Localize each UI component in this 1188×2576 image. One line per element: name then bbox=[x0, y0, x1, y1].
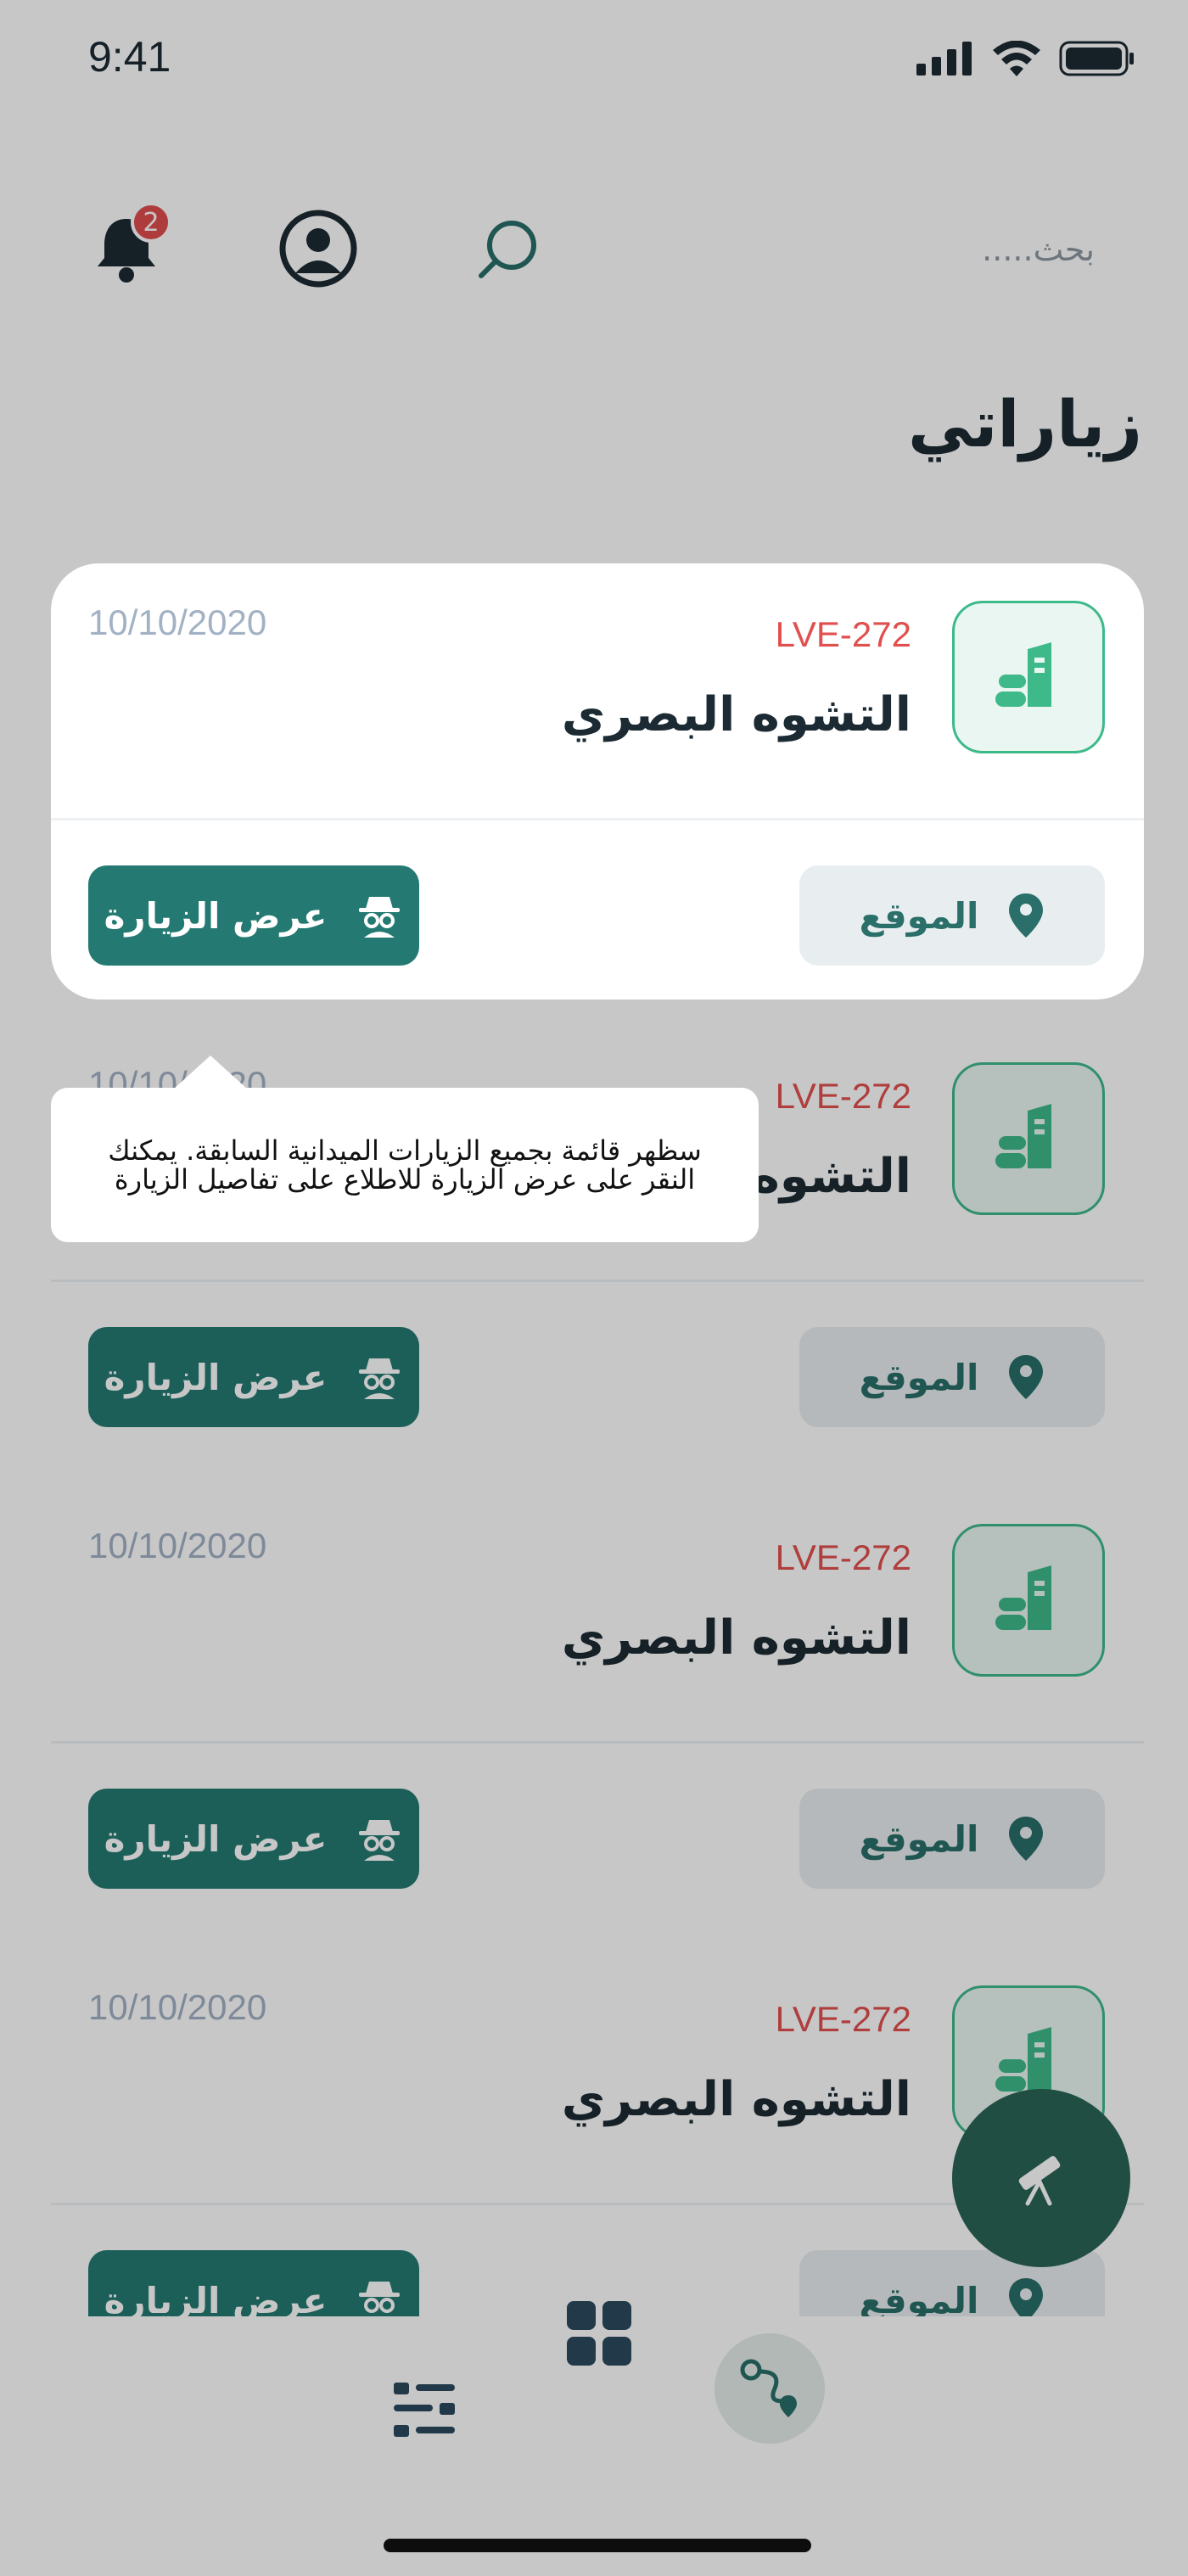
tooltip-text: سظهر قائمة بجميع الزيارات الميدانية السا… bbox=[108, 1134, 702, 1196]
map-pin-icon bbox=[1009, 893, 1044, 938]
view-visit-label: عرض الزيارة bbox=[104, 894, 328, 937]
card-name: التشوه البصري bbox=[561, 687, 911, 742]
location-button[interactable]: الموقع bbox=[799, 865, 1105, 966]
visit-card-highlighted[interactable]: LVE-272 التشوه البصري 10/10/2020 الموقع … bbox=[51, 563, 1144, 1000]
card-divider bbox=[51, 818, 1144, 820]
view-visit-button[interactable]: عرض الزيارة bbox=[88, 865, 419, 966]
card-icon-box bbox=[952, 601, 1105, 753]
tutorial-tooltip: سظهر قائمة بجميع الزيارات الميدانية السا… bbox=[51, 1088, 759, 1242]
location-label: الموقع bbox=[859, 894, 979, 937]
card-code: LVE-272 bbox=[775, 614, 911, 654]
tutorial-overlay[interactable] bbox=[0, 0, 1188, 2576]
inspector-icon bbox=[359, 897, 401, 938]
card-date: 10/10/2020 bbox=[88, 602, 267, 642]
building-icon bbox=[995, 642, 1051, 707]
tooltip-arrow bbox=[173, 1056, 248, 1089]
